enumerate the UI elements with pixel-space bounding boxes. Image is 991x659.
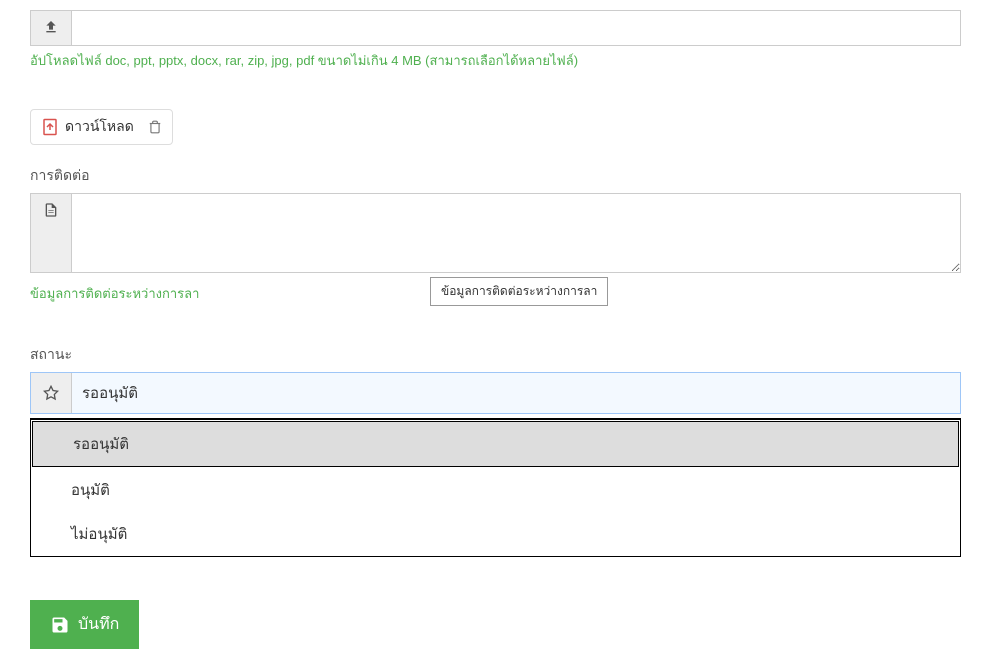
contact-addon [30, 193, 71, 273]
status-option-pending[interactable]: รออนุมัติ [32, 421, 959, 467]
status-option-approved[interactable]: อนุมัติ [31, 468, 960, 512]
contact-input-group [30, 193, 961, 273]
upload-input[interactable] [71, 10, 961, 46]
upload-help-text: อัปโหลดไฟล์ doc, ppt, pptx, docx, rar, z… [30, 50, 961, 71]
status-label: สถานะ [30, 344, 961, 366]
contact-help-text: ข้อมูลการติดต่อระหว่างการลา [30, 283, 199, 304]
contact-help-row: ข้อมูลการติดต่อระหว่างการลา ข้อมูลการติด… [30, 279, 961, 304]
trash-icon[interactable] [148, 120, 162, 134]
contact-textarea[interactable] [71, 193, 961, 273]
upload-icon [43, 19, 59, 35]
status-section: สถานะ รออนุมัติ รออนุมัติ อนุมัติ ไม่อนุ… [30, 344, 961, 557]
upload-addon[interactable] [30, 10, 71, 46]
status-value: รออนุมัติ [72, 373, 960, 413]
upload-section: อัปโหลดไฟล์ doc, ppt, pptx, docx, rar, z… [30, 10, 961, 71]
status-input-group[interactable]: รออนุมัติ [30, 372, 961, 414]
save-icon [50, 615, 70, 635]
contact-section: การติดต่อ ข้อมูลการติดต่อระหว่างการลา ข้… [30, 165, 961, 304]
upload-input-group [30, 10, 961, 46]
star-icon [43, 385, 59, 401]
status-dropdown: รออนุมัติ อนุมัติ ไม่อนุมัติ [30, 418, 961, 557]
save-button-label: บันทึก [78, 612, 119, 637]
save-button[interactable]: บันทึก [30, 600, 139, 649]
download-chip[interactable]: ดาวน์โหลด [30, 109, 173, 145]
download-label: ดาวน์โหลด [65, 116, 134, 138]
pdf-icon [41, 118, 59, 136]
contact-tooltip: ข้อมูลการติดต่อระหว่างการลา [430, 277, 608, 306]
status-addon [31, 373, 72, 413]
contact-label: การติดต่อ [30, 165, 961, 187]
document-icon [43, 202, 59, 218]
status-option-rejected[interactable]: ไม่อนุมัติ [31, 512, 960, 556]
